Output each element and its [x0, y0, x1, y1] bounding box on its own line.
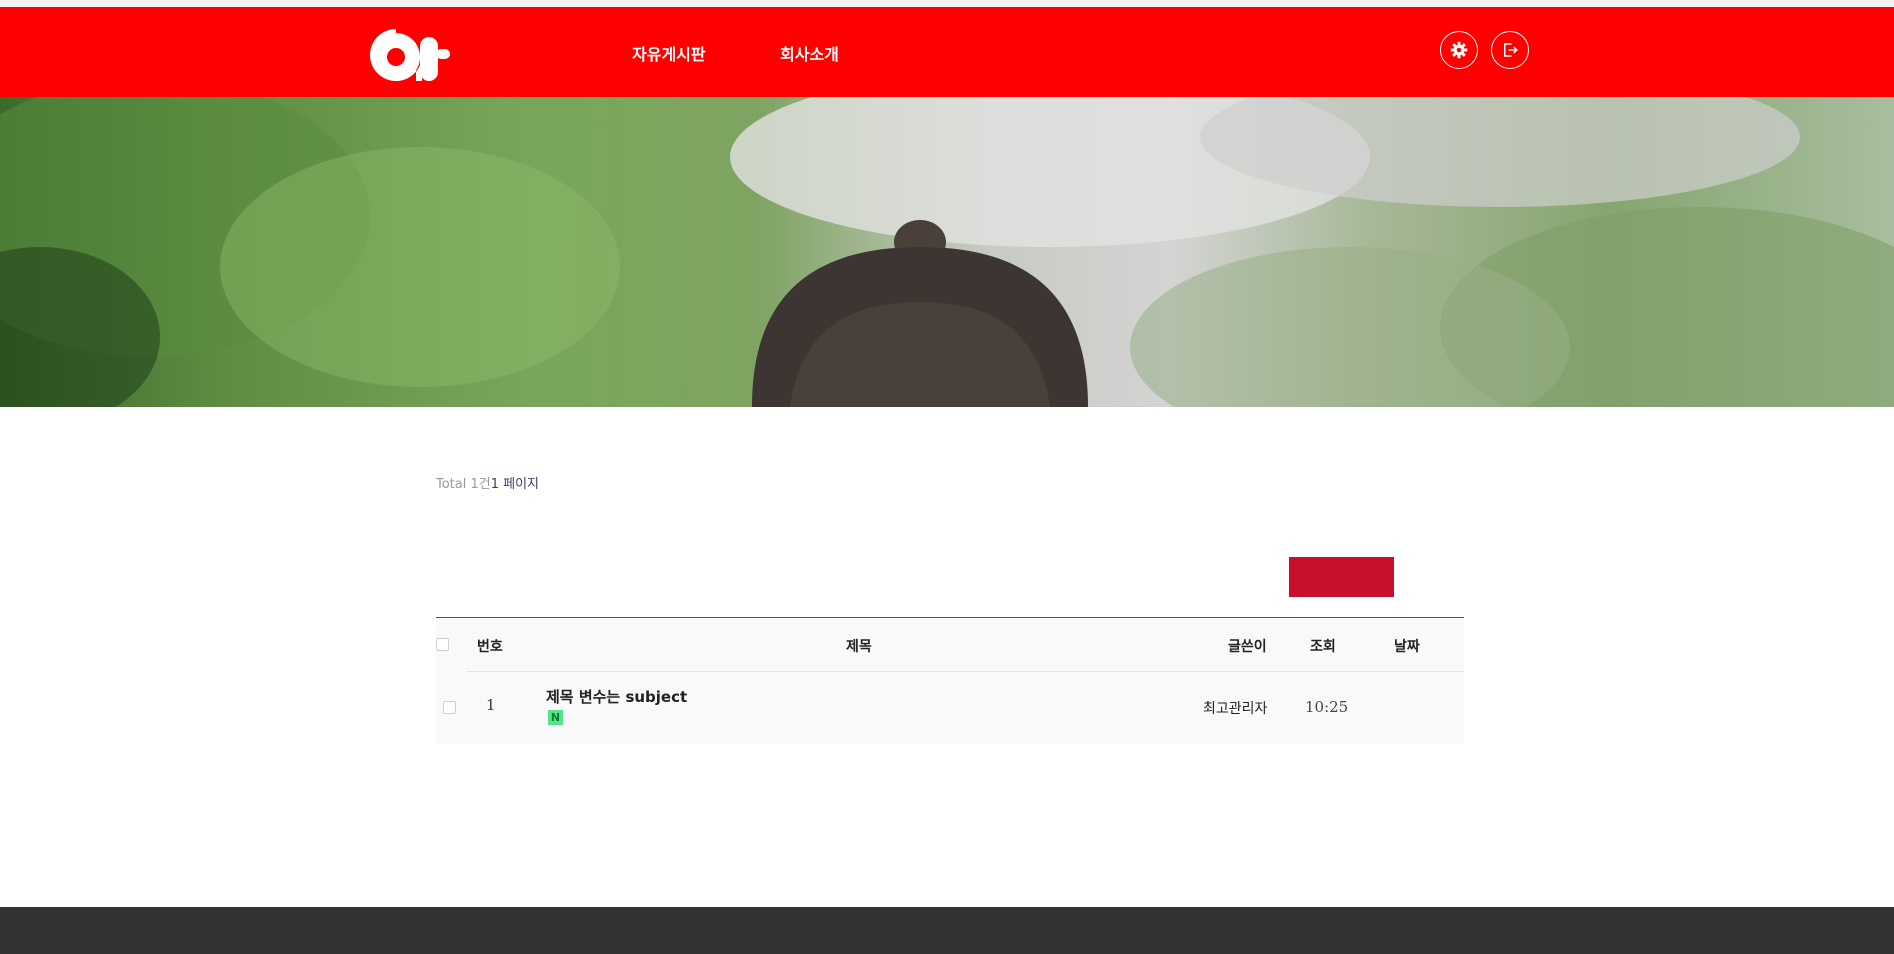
- hero-image: [0, 97, 1894, 407]
- row-hits: 10:25: [1305, 698, 1349, 716]
- nav-free-board[interactable]: 자유게시판: [632, 41, 706, 65]
- board-table: 번호 제목 글쓴이 조회 날짜 1 제목 변수는 subject N 최고관리자…: [436, 617, 1464, 744]
- column-header-subject: 제목: [846, 639, 872, 655]
- gear-icon: [1450, 41, 1468, 59]
- settings-button[interactable]: [1440, 31, 1478, 69]
- site-header: 자유게시판 회사소개: [0, 7, 1894, 97]
- table-row[interactable]: 1 제목 변수는 subject N 최고관리자 10:25: [436, 672, 1464, 744]
- column-header-hits: 조회: [1310, 639, 1336, 655]
- select-all-checkbox[interactable]: [436, 638, 449, 651]
- logout-button[interactable]: [1491, 31, 1529, 69]
- column-header-writer: 글쓴이: [1228, 639, 1267, 655]
- new-badge: N: [548, 710, 563, 725]
- nav-company-intro[interactable]: 회사소개: [780, 41, 839, 65]
- table-header: 번호 제목 글쓴이 조회 날짜: [436, 618, 1464, 672]
- logout-icon: [1504, 43, 1518, 57]
- page-label: 1 페이지: [490, 477, 540, 492]
- column-header-num: 번호: [477, 639, 503, 655]
- row-subject-link[interactable]: 제목 변수는 subject: [546, 686, 687, 707]
- column-header-date: 날짜: [1394, 639, 1420, 655]
- site-footer: [0, 907, 1894, 954]
- row-writer[interactable]: 최고관리자: [1203, 698, 1267, 718]
- logo[interactable]: [370, 27, 452, 83]
- row-number: 1: [486, 696, 496, 714]
- top-strip: [0, 0, 1894, 7]
- total-label: Total 1건: [436, 477, 491, 492]
- write-button[interactable]: [1289, 557, 1394, 597]
- row-checkbox[interactable]: [443, 701, 456, 714]
- total-count: Total 1건1 페이지: [436, 473, 539, 492]
